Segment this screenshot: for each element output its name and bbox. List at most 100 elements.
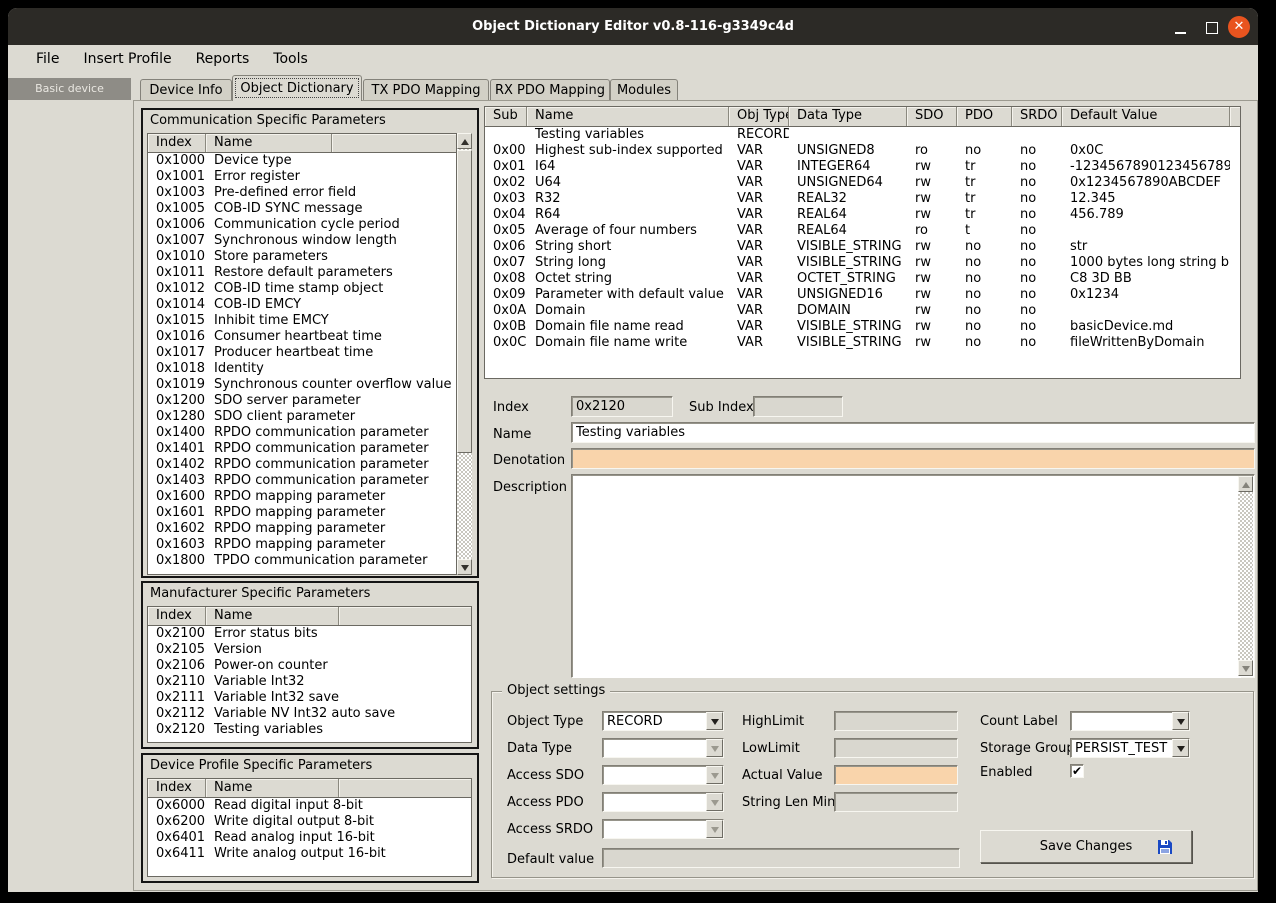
table-row[interactable]: 0x06String shortVARVISIBLE_STRINGrwnonos… xyxy=(485,239,1240,255)
table-row[interactable]: 0x6401Read analog input 16-bit xyxy=(148,830,471,846)
table-row[interactable]: 0x2120Testing variables xyxy=(148,722,471,738)
table-row[interactable]: 0x2111Variable Int32 save xyxy=(148,690,471,706)
scroll-up-button[interactable] xyxy=(457,133,472,149)
table-row[interactable]: 0x1403RPDO communication parameter xyxy=(148,473,456,489)
actual-value-field[interactable] xyxy=(834,765,958,785)
sidebar-item-basic-device[interactable]: Basic device xyxy=(8,78,131,100)
menu-insert-profile[interactable]: Insert Profile xyxy=(71,48,183,70)
table-row[interactable]: 0x2105Version xyxy=(148,642,471,658)
combo-dropdown-button[interactable] xyxy=(706,739,723,757)
table-row[interactable]: 0x1016Consumer heartbeat time xyxy=(148,329,456,345)
scroll-up-button[interactable] xyxy=(1238,476,1253,492)
table-row[interactable]: 0x2106Power-on counter xyxy=(148,658,471,674)
menu-reports[interactable]: Reports xyxy=(184,48,262,70)
low-limit-field[interactable] xyxy=(834,738,958,758)
table-row[interactable]: 0x09Parameter with default valueVARUNSIG… xyxy=(485,287,1240,303)
access-srdo-combobox[interactable] xyxy=(602,819,724,839)
table-row[interactable]: 0x1400RPDO communication parameter xyxy=(148,425,456,441)
table-row[interactable]: 0x1601RPDO mapping parameter xyxy=(148,505,456,521)
table-row[interactable]: 0x1280SDO client parameter xyxy=(148,409,456,425)
table-row[interactable]: 0x1401RPDO communication parameter xyxy=(148,441,456,457)
table-row[interactable]: Testing variablesRECORD xyxy=(485,127,1240,143)
scroll-down-button[interactable] xyxy=(457,559,472,575)
table-row[interactable]: 0x1019Synchronous counter overflow value xyxy=(148,377,456,393)
table-row[interactable]: 0x1007Synchronous window length xyxy=(148,233,456,249)
table-row[interactable]: 0x0ADomainVARDOMAINrwnono xyxy=(485,303,1240,319)
table-row[interactable]: 0x1402RPDO communication parameter xyxy=(148,457,456,473)
table-row[interactable]: 0x02U64VARUNSIGNED64rwtrno0x1234567890AB… xyxy=(485,175,1240,191)
combo-dropdown-button[interactable] xyxy=(1172,739,1189,757)
table-row[interactable]: 0x1001Error register xyxy=(148,169,456,185)
table-row[interactable]: 0x1603RPDO mapping parameter xyxy=(148,537,456,553)
table-row[interactable]: 0x1017Producer heartbeat time xyxy=(148,345,456,361)
string-len-min-field[interactable] xyxy=(834,792,958,812)
combo-dropdown-button[interactable] xyxy=(706,712,723,730)
enabled-checkbox[interactable]: ✔ xyxy=(1070,764,1084,778)
table-row[interactable]: 0x05Average of four numbersVARREAL64rotn… xyxy=(485,223,1240,239)
combo-dropdown-button[interactable] xyxy=(706,793,723,811)
table-row[interactable]: 0x1011Restore default parameters xyxy=(148,265,456,281)
description-box xyxy=(571,474,1255,678)
table-row[interactable]: 0x1602RPDO mapping parameter xyxy=(148,521,456,537)
table-row[interactable]: 0x2100Error status bits xyxy=(148,626,471,642)
table-row[interactable]: 0x1015Inhibit time EMCY xyxy=(148,313,456,329)
menu-file[interactable]: File xyxy=(24,48,71,70)
table-row[interactable]: 0x6200Write digital output 8-bit xyxy=(148,814,471,830)
minimize-button[interactable] xyxy=(1175,32,1186,34)
table-row[interactable]: 0x1006Communication cycle period xyxy=(148,217,456,233)
table-row[interactable]: 0x07String longVARVISIBLE_STRINGrwnono10… xyxy=(485,255,1240,271)
denotation-field[interactable] xyxy=(571,448,1255,469)
close-button[interactable]: ✕ xyxy=(1228,16,1250,38)
vertical-scrollbar[interactable] xyxy=(457,133,472,575)
table-row[interactable]: 0x0CDomain file name writeVARVISIBLE_STR… xyxy=(485,335,1240,351)
name-field[interactable] xyxy=(571,422,1255,443)
save-changes-button[interactable]: Save Changes xyxy=(980,830,1192,863)
table-row[interactable]: 0x04R64VARREAL64rwtrno456.789 xyxy=(485,207,1240,223)
table-row[interactable]: 0x01I64VARINTEGER64rwtrno-12345678901234… xyxy=(485,159,1240,175)
table-row[interactable]: 0x00Highest sub-index supportedVARUNSIGN… xyxy=(485,143,1240,159)
description-field[interactable] xyxy=(573,476,1241,678)
high-limit-field[interactable] xyxy=(834,711,958,731)
table-row[interactable]: 0x6411Write analog output 16-bit xyxy=(148,846,471,862)
table-row[interactable]: 0x6000Read digital input 8-bit xyxy=(148,798,471,814)
table-row[interactable]: 0x1012COB-ID time stamp object xyxy=(148,281,456,297)
table-row[interactable]: 0x1005COB-ID SYNC message xyxy=(148,201,456,217)
access-sdo-combobox[interactable] xyxy=(602,765,724,785)
scroll-down-button[interactable] xyxy=(1238,660,1253,676)
maximize-button[interactable] xyxy=(1206,22,1218,34)
tab-rx-pdo-mapping[interactable]: RX PDO Mapping xyxy=(490,79,610,101)
index-field[interactable] xyxy=(571,396,673,417)
table-row[interactable]: 0x1014COB-ID EMCY xyxy=(148,297,456,313)
access-pdo-combobox[interactable] xyxy=(602,792,724,812)
combo-dropdown-button[interactable] xyxy=(1172,712,1189,730)
storage-group-combobox[interactable]: PERSIST_TEST xyxy=(1070,738,1190,758)
table-row[interactable]: 0x0BDomain file name readVARVISIBLE_STRI… xyxy=(485,319,1240,335)
table-header: IndexName xyxy=(148,134,456,153)
count-label-combobox[interactable] xyxy=(1070,711,1190,731)
table-row[interactable]: 0x1800TPDO communication parameter xyxy=(148,553,456,569)
table-row[interactable]: 0x1018Identity xyxy=(148,361,456,377)
menu-tools[interactable]: Tools xyxy=(261,48,320,70)
tab-device-info[interactable]: Device Info xyxy=(140,79,232,101)
table-row[interactable]: 0x1003Pre-defined error field xyxy=(148,185,456,201)
scrollbar-thumb[interactable] xyxy=(457,150,472,453)
tab-object-dictionary[interactable]: Object Dictionary xyxy=(232,75,362,101)
description-scrollbar[interactable] xyxy=(1238,476,1253,676)
table-row[interactable]: 0x1200SDO server parameter xyxy=(148,393,456,409)
data-type-combobox[interactable] xyxy=(602,738,724,758)
combo-dropdown-button[interactable] xyxy=(706,766,723,784)
table-row[interactable]: 0x2112Variable NV Int32 auto save xyxy=(148,706,471,722)
table-body: 0x6000Read digital input 8-bit0x6200Writ… xyxy=(148,798,471,862)
tab-modules[interactable]: Modules xyxy=(610,79,678,101)
combo-dropdown-button[interactable] xyxy=(706,820,723,838)
subindex-field[interactable] xyxy=(753,396,843,417)
object-type-combobox[interactable]: RECORD xyxy=(602,711,724,731)
table-row[interactable]: 0x1600RPDO mapping parameter xyxy=(148,489,456,505)
table-row[interactable]: 0x03R32VARREAL32rwtrno12.345 xyxy=(485,191,1240,207)
table-row[interactable]: 0x08Octet stringVAROCTET_STRINGrwnonoC8 … xyxy=(485,271,1240,287)
table-row[interactable]: 0x2110Variable Int32 xyxy=(148,674,471,690)
tab-tx-pdo-mapping[interactable]: TX PDO Mapping xyxy=(363,79,489,101)
default-value-field[interactable] xyxy=(602,848,960,868)
table-row[interactable]: 0x1010Store parameters xyxy=(148,249,456,265)
table-row[interactable]: 0x1000Device type xyxy=(148,153,456,169)
